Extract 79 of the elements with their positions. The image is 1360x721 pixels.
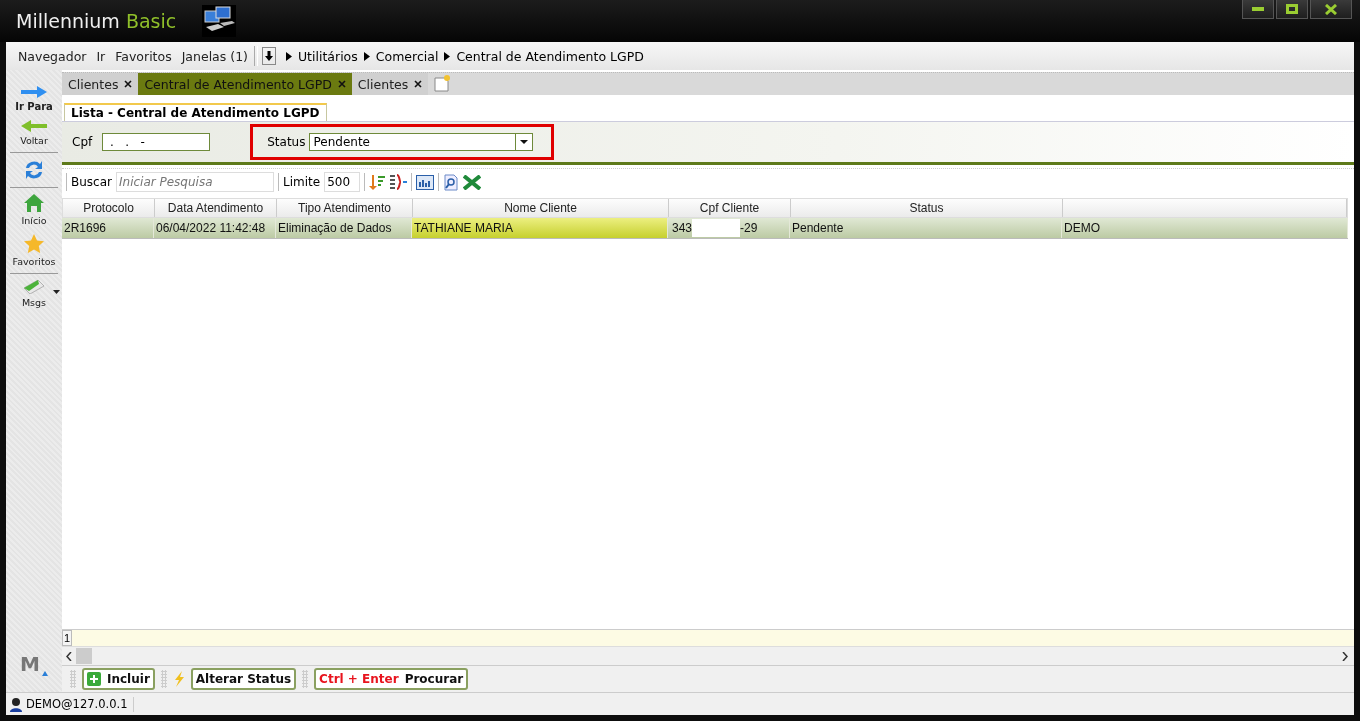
- table-cell-text: 343: [671, 220, 693, 237]
- caret-icon: [520, 140, 529, 144]
- breadcrumb-arrow-icon: [285, 51, 292, 61]
- user-icon: [10, 696, 22, 712]
- table-cell-text: -29: [740, 220, 758, 237]
- column-header[interactable]: Tipo Atendimento: [277, 199, 413, 217]
- search-field[interactable]: Iniciar Pesquisa: [116, 172, 274, 192]
- minimize-icon: [1252, 7, 1264, 11]
- close-icon[interactable]: [124, 80, 133, 88]
- breadcrumb-item[interactable]: Utilitários: [297, 48, 358, 64]
- scroll-left-icon[interactable]: [66, 651, 72, 661]
- maximize-button[interactable]: [1276, 0, 1308, 19]
- table-cell: DEMO: [1062, 218, 1348, 238]
- close-icon: [1325, 3, 1337, 15]
- scrollbar-thumb[interactable]: [76, 648, 92, 664]
- sidebar-button[interactable]: Msgs: [6, 276, 62, 312]
- down-arrow-button[interactable]: [261, 47, 276, 65]
- down-arrow-icon: [264, 51, 273, 61]
- table-cell: 2R1696: [62, 218, 154, 238]
- menu-item[interactable]: Ir: [96, 48, 106, 64]
- tab[interactable]: Central de Atendimento LGPD: [138, 73, 352, 95]
- house-icon: [24, 194, 44, 212]
- subtab[interactable]: Lista - Central de Atendimento LGPD: [64, 103, 327, 121]
- sidebar-button[interactable]: Início: [6, 190, 62, 230]
- breadcrumb-arrow-icon: [444, 51, 451, 61]
- caret-icon[interactable]: [53, 290, 60, 294]
- star-icon: [24, 234, 44, 253]
- maximize-icon: [1286, 4, 1298, 14]
- column-header[interactable]: Status: [791, 199, 1063, 217]
- computers-icon: [202, 5, 237, 37]
- user-label: DEMO@127.0.0.1: [26, 697, 128, 711]
- cpf-label: Cpf: [72, 135, 93, 149]
- close-icon[interactable]: [414, 80, 423, 88]
- add-button[interactable]: Incluir: [82, 668, 155, 690]
- app-title: Millennium Basic: [16, 10, 177, 32]
- sidebar-button[interactable]: Ir Para: [6, 82, 62, 116]
- column-header[interactable]: Cpf Cliente: [669, 199, 791, 217]
- status-dropdown[interactable]: Pendente: [309, 133, 534, 151]
- sidebar-button[interactable]: Voltar: [6, 116, 62, 150]
- left-arrow-icon: [21, 120, 47, 132]
- table-row[interactable]: 2R1696 06/04/2022 11:42:48 Eliminação de Dados TATHIANE MARIA 343 -29 Pendente DEMO: [62, 218, 1348, 239]
- change-status-button[interactable]: Alterar Status: [190, 668, 297, 690]
- logo: M: [20, 652, 40, 676]
- tab[interactable]: Clientes: [62, 73, 139, 95]
- tab[interactable]: Clientes: [351, 73, 429, 95]
- menu-item[interactable]: Navegador: [18, 48, 87, 64]
- redaction-block: [692, 219, 741, 237]
- spreadsheet-icon[interactable]: [463, 174, 482, 190]
- close-button[interactable]: [1310, 0, 1352, 19]
- breadcrumb-item[interactable]: Comercial: [375, 48, 439, 64]
- status-label: Status: [267, 135, 306, 149]
- cpf-input[interactable]: . . -: [102, 133, 211, 151]
- page-number[interactable]: 1: [62, 630, 73, 646]
- envelope-icon: [23, 280, 45, 294]
- limit-field[interactable]: 500: [324, 172, 361, 192]
- column-header[interactable]: Nome Cliente: [413, 199, 669, 217]
- columns-icon[interactable]: [389, 174, 408, 190]
- table-cell: TATHIANE MARIA: [412, 218, 668, 238]
- search-button[interactable]: Ctrl + Enter Procurar: [314, 668, 469, 690]
- right-arrow-icon: [21, 86, 47, 98]
- document-search-icon[interactable]: [443, 173, 460, 191]
- sort-icon[interactable]: [369, 174, 386, 190]
- breadcrumb-item[interactable]: Central de Atendimento LGPD: [456, 48, 644, 64]
- table-cell: 06/04/2022 11:42:48: [154, 218, 276, 238]
- limit-label: Limite: [283, 175, 321, 189]
- menu-item[interactable]: Janelas (1): [181, 48, 248, 64]
- triangle-icon: [41, 671, 48, 676]
- column-header[interactable]: Protocolo: [63, 199, 155, 217]
- plus-icon: [87, 672, 101, 686]
- refresh-icon: [24, 159, 44, 181]
- menu-item[interactable]: Favoritos: [115, 48, 172, 64]
- sidebar-button[interactable]: Favoritos: [6, 230, 62, 271]
- column-header[interactable]: Data Atendimento: [155, 199, 277, 217]
- table-cell: Pendente: [790, 218, 1062, 238]
- breadcrumb-arrow-icon: [363, 51, 370, 61]
- minimize-button[interactable]: [1242, 0, 1274, 19]
- search-label: Buscar: [71, 175, 112, 189]
- scroll-right-icon[interactable]: [1342, 651, 1348, 661]
- chart-icon[interactable]: [416, 174, 435, 190]
